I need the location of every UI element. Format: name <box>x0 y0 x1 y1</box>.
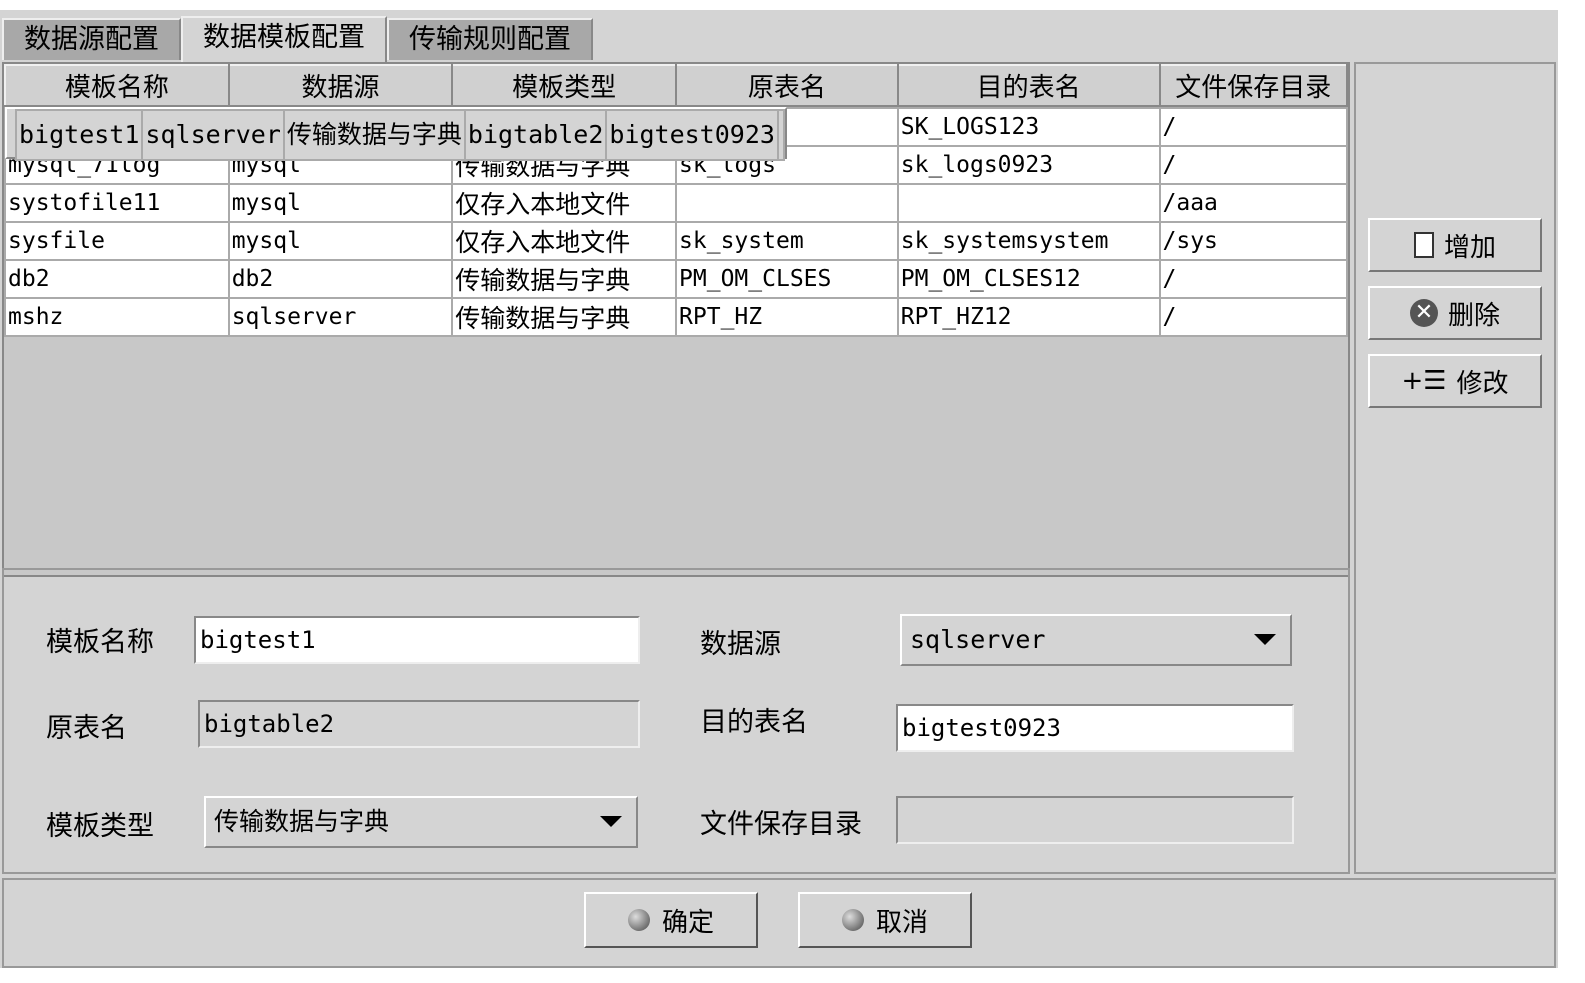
cancel-icon <box>841 909 864 931</box>
table-cell[interactable]: sk_logs0923 <box>896 145 1161 185</box>
table-cell[interactable] <box>896 183 1161 223</box>
source-select[interactable]: sqlserver <box>900 614 1292 666</box>
edit-label: 修改 <box>1456 368 1509 399</box>
table-row[interactable]: sysfile mysql 仅存入本地文件 sk_system sk_systemsys… <box>4 221 1349 261</box>
name-label: 模板名称 <box>46 627 154 658</box>
ok-label: 确定 <box>661 907 714 938</box>
table-cell[interactable]: 传输数据与字典 <box>451 259 678 299</box>
column-header[interactable]: 目的表名 <box>896 64 1161 107</box>
table-cell[interactable]: / <box>1158 259 1349 299</box>
table-cell[interactable]: bigtest0923 <box>605 109 779 161</box>
cancel-button[interactable]: 取消 <box>798 892 972 948</box>
cancel-label: 取消 <box>875 907 928 938</box>
orig-label: 原表名 <box>46 713 127 744</box>
table-cell[interactable]: RPT_HZ12 <box>896 297 1161 337</box>
side-panel: 增加 ✕ 删除 +☰ 修改 <box>1354 62 1556 874</box>
table-cell[interactable]: bigtest1 <box>14 109 144 161</box>
table-cell[interactable]: SK_LOGS123 <box>896 107 1161 147</box>
table-row[interactable]: systofile11 mysql 仅存入本地文件/aaa <box>4 183 1349 223</box>
table-cell[interactable]: PM_OM_CLSES <box>675 259 899 299</box>
table-cell[interactable]: 传输数据与字典 <box>282 109 466 161</box>
tab-datasource[interactable]: 数据源配置 <box>2 18 181 60</box>
table-row[interactable]: db2 db2 传输数据与字典 PM_OM_CLSES PM_OM_CLSES12/ <box>4 259 1349 299</box>
table-cell[interactable] <box>675 183 899 223</box>
delete-button[interactable]: ✕ 删除 <box>1368 286 1542 340</box>
table-cell[interactable]: sysfile <box>4 221 230 261</box>
ok-icon <box>627 909 650 931</box>
ok-button[interactable]: 确定 <box>584 892 758 948</box>
table-cell[interactable]: bigtable2 <box>463 109 608 161</box>
column-header[interactable]: 原表名 <box>675 64 899 107</box>
type-value: 传输数据与字典 <box>214 807 390 836</box>
table-cell[interactable]: PM_OM_CLSES12 <box>896 259 1161 299</box>
dir-input[interactable] <box>896 796 1294 844</box>
add-button[interactable]: 增加 <box>1368 218 1542 272</box>
delete-label: 删除 <box>1447 300 1500 331</box>
name-input[interactable]: bigtest1 <box>194 616 640 664</box>
table-cell[interactable]: mshz <box>4 297 230 337</box>
type-select[interactable]: 传输数据与字典 <box>204 796 638 848</box>
dest-label: 目的表名 <box>700 707 808 738</box>
column-header[interactable]: 文件保存目录 <box>1158 64 1349 107</box>
table-cell[interactable]: db2 <box>227 259 454 299</box>
chevron-down-icon <box>1254 634 1276 645</box>
table-cell[interactable]: sqlserver <box>227 297 454 337</box>
table-cell[interactable]: 仅存入本地文件 <box>451 221 678 261</box>
table-cell[interactable]: sk_system <box>675 221 899 261</box>
table-cell[interactable]: 传输数据与字典 <box>451 297 678 337</box>
new-file-icon <box>1413 232 1434 258</box>
table-cell[interactable]: / <box>1158 297 1349 337</box>
dir-label: 文件保存目录 <box>700 809 862 840</box>
template-table: 模板名称 数据源 模板类型 原表名 目的表名 文件保存目录 bigtest1 sqlserv… <box>2 62 1350 577</box>
table-cell[interactable]: mysql <box>227 221 454 261</box>
table-cell[interactable]: sk_systemsystem <box>896 221 1161 261</box>
tab-rules[interactable]: 传输规则配置 <box>387 18 593 60</box>
tab-template[interactable]: 数据模板配置 <box>181 16 387 62</box>
chevron-down-icon <box>600 816 622 827</box>
delete-x-icon: ✕ <box>1409 299 1438 327</box>
column-header[interactable]: 模板名称 <box>4 64 230 107</box>
column-header[interactable]: 模板类型 <box>451 64 678 107</box>
table-row[interactable]: mshz sqlserver 传输数据与字典 RPT_HZ RPT_HZ12/ <box>4 297 1349 337</box>
column-header[interactable]: 数据源 <box>227 64 454 107</box>
table-cell[interactable]: 仅存入本地文件 <box>451 183 678 223</box>
edit-button[interactable]: +☰ 修改 <box>1368 354 1542 408</box>
table-cell[interactable] <box>776 109 785 161</box>
add-label: 增加 <box>1443 232 1496 263</box>
table-cell[interactable]: / <box>1158 145 1349 185</box>
window: 数据源配置 数据模板配置 传输规则配置 模板名称 数据源 模板类型 原表名 目的表名 文件… <box>0 10 1558 968</box>
table-cell[interactable]: RPT_HZ <box>675 297 899 337</box>
template-form: 模板名称 bigtest1 数据源 sqlserver 原表名 bigtable… <box>2 568 1350 874</box>
source-label: 数据源 <box>700 629 781 660</box>
table-cell[interactable]: /aaa <box>1158 183 1349 223</box>
orig-input[interactable]: bigtable2 <box>198 700 640 748</box>
source-value: sqlserver <box>910 625 1046 654</box>
table-cell[interactable]: systofile11 <box>4 183 230 223</box>
bottom-bar: 确定 取消 <box>2 878 1556 968</box>
tab-bar: 数据源配置 数据模板配置 传输规则配置 <box>2 16 593 62</box>
table-cell[interactable]: db2 <box>4 259 230 299</box>
table-cell[interactable]: / <box>1158 107 1349 147</box>
table-row[interactable]: bigtest1 sqlserver 传输数据与字典 bigtable2 bigtest… <box>5 107 787 161</box>
table-cell[interactable]: mysql <box>227 183 454 223</box>
edit-list-icon: +☰ <box>1401 366 1447 396</box>
type-label: 模板类型 <box>46 811 154 842</box>
dest-input[interactable]: bigtest0923 <box>896 704 1294 752</box>
table-cell[interactable]: /sys <box>1158 221 1349 261</box>
table-cell[interactable]: sqlserver <box>141 109 285 161</box>
